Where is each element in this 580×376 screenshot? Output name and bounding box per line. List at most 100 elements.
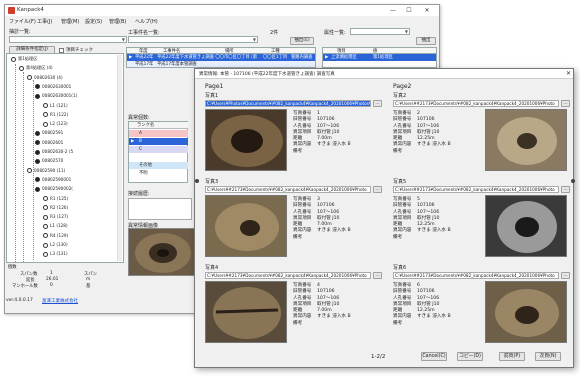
photo-image[interactable] bbox=[485, 109, 567, 171]
tree-node[interactable]: 00802630001 bbox=[35, 84, 71, 90]
menu-manage[interactable]: 管理(M) bbox=[61, 18, 79, 25]
job-list: ▶ 平成22年 平成22年度下水道管きょ調査 〇〇市〇区〇丁目 (第1工区) 〇… bbox=[126, 54, 316, 68]
tree-view[interactable]: 第1処理区第4処理区 (4) 00802630 (4) 00802630001 008… bbox=[6, 53, 124, 263]
photo-path-field[interactable]: C:¥Users¥#2173¥Documents¥#082_kanpack4¥K… bbox=[205, 272, 371, 279]
tree-node[interactable]: L2 (130) bbox=[43, 242, 68, 248]
browse-button[interactable]: ... bbox=[373, 186, 382, 193]
rank-a[interactable]: A bbox=[129, 130, 188, 137]
table-row[interactable]: ▶ 平成22年 平成22年度下水道管きょ調査 〇〇市〇区〇丁目 (第1工区) 〇… bbox=[127, 54, 315, 61]
tree-node[interactable]: R1 (122) bbox=[43, 112, 68, 118]
tree-node[interactable]: 00802630 (4) bbox=[27, 75, 63, 81]
tree-node-label: R4 (129) bbox=[50, 232, 69, 238]
photo-info: 写真番号 1 旧管番号 107106 人孔番号 107～106 異常項目 取付管 J10 距離 7… bbox=[293, 111, 351, 155]
menu-bar: ファイル(F) 工事(J) 管理(M) 設定(S) 管理(B) ヘルプ(H) bbox=[5, 17, 439, 25]
version-text: ver.4.0.0.17 bbox=[6, 298, 33, 303]
photo-info: 写真番号 2 旧管番号 107106 人孔番号 107～106 異常項目 取付管 J10 距離 1… bbox=[393, 111, 451, 155]
photo-image[interactable] bbox=[205, 281, 287, 343]
company-link[interactable]: 富澤工業株式会社 bbox=[42, 298, 78, 304]
tree-node-label: R1 (125) bbox=[50, 195, 69, 201]
menu-settings[interactable]: 設定(S) bbox=[85, 18, 102, 25]
attribute-list: ▶ 上流側処理区 第1処理区 bbox=[322, 54, 437, 68]
anomaly-photo[interactable] bbox=[128, 228, 196, 276]
pipe-node-icon bbox=[43, 214, 48, 220]
photo-path-field[interactable]: C:¥Users¥#2173¥Documents¥#082_kanpack4¥K… bbox=[393, 100, 559, 107]
tree-node[interactable]: 00802601 bbox=[35, 140, 63, 146]
browse-button[interactable]: ... bbox=[561, 100, 570, 107]
tree-node[interactable]: 00802590001 bbox=[35, 177, 71, 183]
tree-node[interactable]: 00802591 bbox=[35, 130, 63, 136]
tree-scrollbar[interactable] bbox=[117, 55, 122, 261]
tree-node[interactable]: L1 (128) bbox=[43, 223, 68, 229]
tree-node[interactable]: 00802630001(1) bbox=[35, 93, 77, 99]
rank-unknown[interactable]: 不明 bbox=[129, 170, 188, 177]
info-value: 107106 bbox=[317, 203, 335, 209]
tree-node[interactable]: R3 (127) bbox=[43, 214, 68, 220]
tree-node[interactable]: 00802590002( bbox=[35, 186, 73, 192]
row-name: 平成22年度下水道管きょ調査 〇〇市〇区〇丁目 (第1工区) bbox=[157, 55, 257, 60]
job-list-label: 工事件名一覧: bbox=[128, 30, 160, 36]
info-value: すきま 浸入水 B bbox=[417, 228, 451, 234]
photo-info: 写真番号 6 旧管番号 107106 人孔番号 107～106 異常項目 取付管 J10 距離 1… bbox=[393, 283, 451, 327]
maximize-button[interactable]: ☐ bbox=[403, 6, 415, 15]
next-page-button[interactable]: 次頁(N) bbox=[535, 352, 561, 361]
list-combo[interactable]: ▼ bbox=[9, 36, 127, 43]
tree-node[interactable]: L1 (121) bbox=[43, 103, 68, 108]
dialog-close-button[interactable]: ✕ bbox=[566, 70, 571, 77]
browse-button[interactable]: ... bbox=[373, 272, 382, 279]
table-row[interactable]: 平成17年 平成17年度本管調査 bbox=[127, 61, 315, 67]
photo-image[interactable] bbox=[205, 109, 287, 171]
cancel-button[interactable]: Cancel(C) bbox=[421, 352, 447, 361]
minimize-button[interactable]: — bbox=[387, 6, 399, 15]
photo-image[interactable] bbox=[205, 195, 287, 257]
scroll-handle-right[interactable] bbox=[571, 179, 575, 183]
photo-card-title: 写真1 bbox=[205, 93, 219, 99]
rank-b[interactable]: B bbox=[129, 138, 188, 145]
menu-file[interactable]: ファイル(F) bbox=[9, 18, 36, 25]
info-row: 備考 bbox=[393, 321, 451, 327]
info-row: 備考 bbox=[293, 321, 351, 327]
menu-help[interactable]: ヘルプ(H) bbox=[135, 18, 158, 25]
photo-image[interactable] bbox=[485, 195, 567, 257]
menu-admin[interactable]: 管理(B) bbox=[109, 18, 126, 25]
tree-node[interactable]: 00802630-2 (5 bbox=[35, 149, 73, 155]
tree-node[interactable]: L2 (123) bbox=[43, 121, 68, 127]
memo-field[interactable] bbox=[128, 198, 192, 220]
browse-button[interactable]: ... bbox=[561, 272, 570, 279]
tree-node-label: 00802590 (11) bbox=[34, 167, 66, 173]
menu-job[interactable]: 工事(J) bbox=[37, 18, 52, 25]
browse-button[interactable]: ... bbox=[373, 100, 382, 107]
prev-page-button[interactable]: 前頁(P) bbox=[499, 352, 525, 361]
extract-attribute-button[interactable]: 抽出 bbox=[416, 37, 436, 45]
photo-path-field[interactable]: C:¥Users¥#2173¥Documents¥#082_kanpack4¥K… bbox=[393, 186, 559, 193]
attribute-combo[interactable]: ▼ bbox=[350, 28, 410, 35]
table-row[interactable]: ▶ 上流側処理区 第1処理区 bbox=[323, 54, 436, 61]
copy-button[interactable]: コピー(D) bbox=[457, 352, 483, 361]
photo-path-field[interactable]: C:¥Users¥#2173¥Documents¥#082_kanpack4¥K… bbox=[393, 272, 559, 279]
tree-node-label: 00802570 bbox=[42, 158, 64, 164]
tree-node[interactable]: R1 (125) bbox=[43, 195, 69, 201]
info-value: 1 bbox=[317, 111, 320, 116]
info-value: すきま 浸入水 B bbox=[317, 228, 351, 234]
photo-image[interactable] bbox=[485, 281, 567, 343]
rank-other[interactable]: その他 bbox=[129, 162, 188, 169]
tree-node[interactable]: R4 (129) bbox=[43, 233, 68, 239]
tree-node[interactable]: 00802590 (11) bbox=[27, 168, 65, 174]
rank-c[interactable]: C bbox=[129, 146, 188, 153]
photo-path-field[interactable]: C:¥Users¥#2173¥Documents¥#082_kanpack4¥K… bbox=[205, 186, 371, 193]
photo-path-field[interactable]: C:¥Users¥Photos¥Documents¥#082_kanpack4¥… bbox=[205, 100, 371, 107]
tree-node[interactable]: 第1処理区 bbox=[11, 56, 37, 62]
pipe-node-icon bbox=[43, 205, 48, 211]
info-value: 107～106 bbox=[317, 295, 340, 301]
tree-node[interactable]: 第4処理区 (4) bbox=[19, 65, 53, 71]
extract-button[interactable]: 抽出(E) bbox=[290, 37, 314, 45]
tree-node[interactable]: L3 (131) bbox=[43, 251, 68, 257]
photo-info: 写真番号 3 旧管番号 107106 人孔番号 107～106 異常項目 取付管 J10 距離 7… bbox=[293, 197, 351, 241]
pipe-node-icon bbox=[43, 112, 48, 118]
chevron-down-icon: ▼ bbox=[404, 29, 408, 34]
close-button[interactable]: ✕ bbox=[421, 6, 433, 15]
job-combo[interactable]: ▼ bbox=[128, 36, 258, 43]
tree-node[interactable]: R2 (126) bbox=[43, 205, 68, 211]
browse-button[interactable]: ... bbox=[561, 186, 570, 193]
tree-node[interactable]: 00802570 bbox=[35, 158, 63, 164]
scroll-handle-left[interactable] bbox=[195, 179, 199, 183]
